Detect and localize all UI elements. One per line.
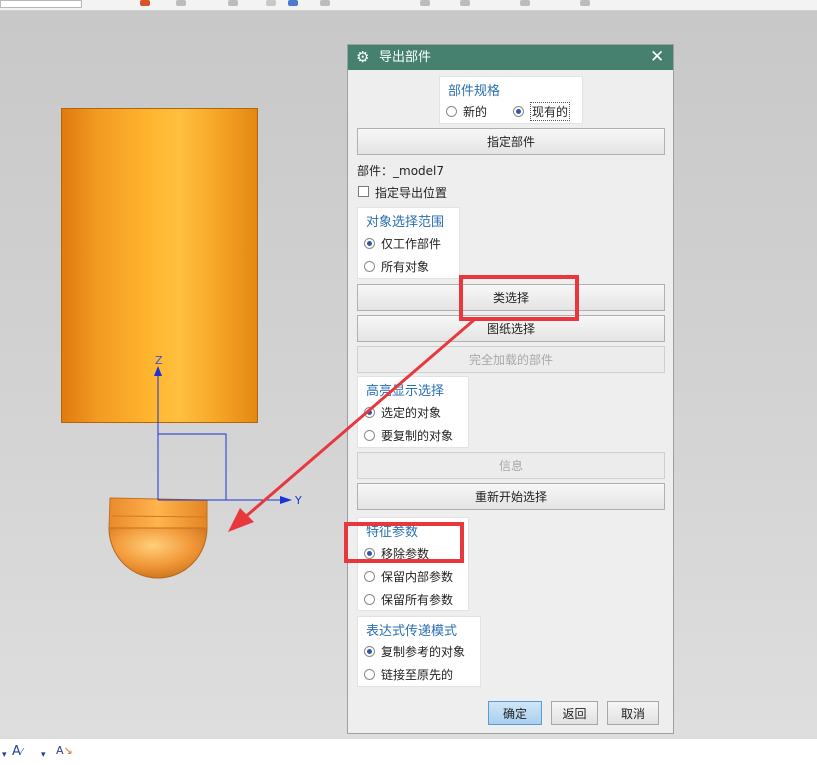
export-location-checkbox[interactable]: [358, 186, 369, 197]
toolbar-icon[interactable]: [420, 0, 430, 6]
radio-label: 所有对象: [381, 259, 430, 274]
radio-label: 要复制的对象: [381, 428, 454, 443]
radio-existing[interactable]: 现有的: [513, 101, 571, 121]
dropdown-arrow-icon[interactable]: ▾: [41, 750, 46, 760]
toolbar-icon[interactable]: [288, 0, 298, 6]
radio-button[interactable]: [364, 406, 375, 418]
fully-loaded-parts-button[interactable]: 完全加载的部件: [357, 346, 665, 373]
info-button[interactable]: 信息: [357, 452, 665, 479]
ok-button[interactable]: 确定: [488, 701, 542, 725]
toolbar-icon[interactable]: [228, 0, 238, 6]
group-title: 高亮显示选择: [366, 384, 445, 399]
radio-label: 复制参考的对象: [381, 644, 466, 659]
cylinder-model[interactable]: [61, 108, 258, 423]
radio-label: 仅工作部件: [381, 236, 442, 251]
radio-button[interactable]: [364, 570, 375, 582]
expression-mode-group: 表达式传递模式 复制参考的对象 链接至原先的: [357, 616, 481, 687]
gear-icon[interactable]: ⚙: [356, 48, 369, 66]
radio-button[interactable]: [364, 260, 375, 272]
bottom-toolbar: [0, 738, 817, 765]
class-selection-button[interactable]: 类选择: [357, 284, 665, 311]
toolbar-icon[interactable]: [140, 0, 150, 6]
radio-all-objects[interactable]: 所有对象: [364, 257, 429, 275]
radio-keep-all-params[interactable]: 保留所有参数: [364, 590, 453, 608]
radio-selected-objects[interactable]: 选定的对象: [364, 403, 441, 421]
radio-label: 现有的: [530, 101, 571, 121]
toolbar-icon[interactable]: [580, 0, 590, 6]
part-spec-group: 部件规格 新的 现有的: [439, 76, 583, 124]
text-style-icon[interactable]: A⁄: [12, 744, 23, 759]
radio-objects-to-copy[interactable]: 要复制的对象: [364, 426, 453, 444]
toolbar-icon[interactable]: [460, 0, 470, 6]
dropdown-arrow-icon[interactable]: ▾: [2, 750, 7, 760]
radio-copy-referenced-objects[interactable]: 复制参考的对象: [364, 642, 465, 660]
drawing-selection-button[interactable]: 图纸选择: [357, 315, 665, 342]
restart-selection-button[interactable]: 重新开始选择: [357, 483, 665, 510]
export-part-dialog: ⚙ 导出部件 ✕ 部件规格 新的 现有的 指定部件 部件：_model7 指定导…: [347, 44, 674, 734]
specify-part-button[interactable]: 指定部件: [357, 128, 665, 155]
toolbar-icon[interactable]: [320, 0, 330, 6]
highlight-selection-group: 高亮显示选择 选定的对象 要复制的对象: [357, 376, 469, 448]
group-title: 对象选择范围: [366, 215, 445, 230]
radio-keep-internal-params[interactable]: 保留内部参数: [364, 567, 453, 585]
feature-params-group: 特征参数 移除参数 保留内部参数 保留所有参数: [357, 517, 469, 611]
toolbar-icon[interactable]: [176, 0, 186, 6]
radio-label: 选定的对象: [381, 405, 442, 420]
cancel-button[interactable]: 取消: [607, 701, 659, 725]
toolbar-combo[interactable]: [0, 0, 82, 8]
radio-link-to-original[interactable]: 链接至原先的: [364, 665, 453, 683]
object-scope-group: 对象选择范围 仅工作部件 所有对象: [357, 207, 460, 279]
top-toolbar: [0, 0, 817, 11]
radio-button[interactable]: [513, 105, 524, 117]
radio-button[interactable]: [364, 547, 375, 559]
group-title: 特征参数: [366, 525, 419, 540]
radio-new[interactable]: 新的: [446, 102, 487, 120]
radio-button[interactable]: [364, 645, 375, 657]
dialog-titlebar[interactable]: ⚙ 导出部件 ✕: [348, 45, 673, 70]
back-button[interactable]: 返回: [551, 701, 598, 725]
radio-label: 移除参数: [381, 546, 430, 561]
radio-work-part-only[interactable]: 仅工作部件: [364, 234, 441, 252]
text-format-icon[interactable]: A↘: [56, 744, 73, 757]
close-icon[interactable]: ✕: [650, 47, 664, 67]
radio-label: 链接至原先的: [381, 667, 454, 682]
toolbar-icon[interactable]: [266, 0, 276, 6]
radio-button[interactable]: [364, 237, 375, 249]
export-location-label: 指定导出位置: [375, 186, 448, 200]
group-title: 表达式传递模式: [366, 624, 458, 639]
radio-button[interactable]: [364, 593, 375, 605]
radio-button[interactable]: [364, 668, 375, 680]
radio-button[interactable]: [446, 105, 457, 117]
radio-label: 新的: [463, 104, 488, 119]
part-info-text: 部件：_model7: [357, 164, 445, 178]
radio-label: 保留内部参数: [381, 569, 454, 584]
radio-button[interactable]: [364, 429, 375, 441]
group-title: 部件规格: [448, 84, 501, 99]
toolbar-icon[interactable]: [520, 0, 530, 6]
radio-label: 保留所有参数: [381, 592, 454, 607]
radio-remove-params[interactable]: 移除参数: [364, 544, 429, 562]
dialog-title: 导出部件: [379, 50, 432, 65]
